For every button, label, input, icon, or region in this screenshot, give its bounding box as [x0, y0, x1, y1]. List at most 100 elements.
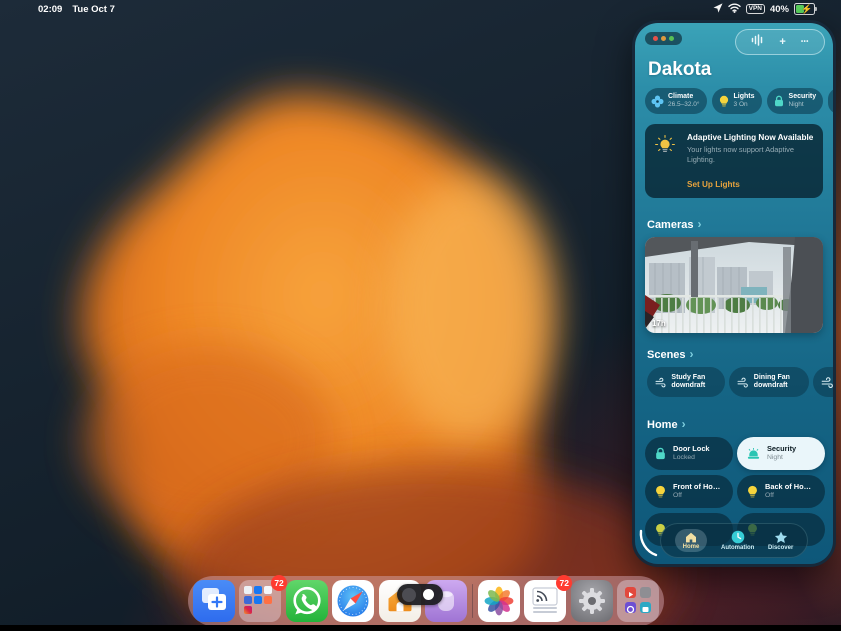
wind-icon — [821, 377, 833, 388]
tab-discover[interactable]: Discover — [768, 531, 793, 551]
status-date: Tue Oct 7 — [72, 4, 115, 15]
notification-badge: 72 — [271, 575, 287, 591]
app-photos[interactable] — [478, 580, 520, 622]
scenes-row: Study Fan downdraft Dining Fan downdraft — [635, 367, 833, 398]
pill-label: Lights — [734, 93, 755, 101]
climate-status-pill[interactable]: Climate 26.5–32.0° — [645, 88, 707, 114]
folder-mini-icons — [617, 580, 659, 622]
tab-label: Home — [683, 544, 700, 550]
siren-icon — [746, 448, 761, 460]
tab-home[interactable]: Home — [675, 529, 708, 552]
scenes-section-header[interactable]: Scenes › — [647, 349, 694, 361]
tab-label: Automation — [721, 545, 754, 551]
charging-bolt-icon: ⚡ — [801, 4, 812, 15]
tab-automation[interactable]: Automation — [721, 530, 754, 551]
folder-utilities[interactable] — [617, 580, 659, 622]
status-bar: 02:09 Tue Oct 7 VPN 40% ⚡ — [0, 0, 841, 18]
close-window-icon[interactable] — [653, 36, 658, 41]
bottom-bezel — [0, 625, 841, 631]
app-safari[interactable] — [332, 580, 374, 622]
tile-name: Front of Ho… — [673, 483, 720, 492]
dock-divider — [472, 584, 474, 618]
folder-social-apps[interactable]: 72 — [239, 580, 281, 622]
security-status-pill[interactable]: Security Night — [767, 88, 824, 114]
wind-icon — [737, 377, 749, 388]
app-whatsapp[interactable] — [286, 580, 328, 622]
tile-name: Security — [767, 445, 796, 454]
wind-icon — [655, 377, 666, 388]
bulb-with-rays-icon — [654, 135, 676, 160]
home-name-title: Dakota — [648, 59, 711, 81]
lightbulb-icon — [746, 485, 759, 498]
battery-icon: ⚡ — [794, 3, 815, 15]
chevron-right-icon: › — [682, 420, 686, 430]
add-accessory-icon[interactable]: + — [779, 37, 785, 48]
home-toolbar: + ••• — [735, 29, 825, 55]
vpn-badge: VPN — [746, 4, 765, 14]
banner-body: Your lights now support Adaptive Lightin… — [687, 145, 807, 164]
tile-name: Door Lock — [673, 445, 710, 454]
photos-flower-icon — [478, 580, 520, 622]
lock-icon — [654, 447, 667, 460]
scene-dining-fan[interactable]: Dining Fan downdraft — [729, 367, 809, 397]
status-time: 02:09 — [38, 4, 62, 15]
clock-icon — [731, 530, 745, 544]
cameras-section-header[interactable]: Cameras › — [647, 219, 701, 231]
safari-compass-icon — [332, 580, 374, 622]
lights-status-pill[interactable]: Lights 3 On — [712, 88, 762, 114]
pill-value: 26.5–32.0° — [668, 101, 700, 108]
house-icon — [685, 532, 697, 543]
home-app-screen: + ••• Dakota Climate 26.5–32.0° Lights — [635, 23, 833, 564]
battery-percent: 40% — [770, 4, 789, 15]
wifi-icon — [728, 3, 741, 16]
intercom-waveform-icon[interactable] — [751, 33, 764, 51]
accessory-tile-back-lights[interactable]: Back of Ho… Off — [737, 475, 825, 508]
more-options-icon[interactable]: ••• — [801, 39, 809, 45]
camera-snapshot[interactable]: 17h — [645, 237, 823, 333]
gear-icon — [571, 580, 613, 622]
banner-title: Adaptive Lighting Now Available — [687, 133, 815, 143]
status-right: VPN 40% ⚡ — [713, 3, 815, 16]
home-label: Home — [647, 419, 678, 431]
chevron-right-icon: › — [690, 350, 694, 360]
accessory-tile-security[interactable]: Security Night — [737, 437, 825, 470]
pointer-dot-white — [423, 589, 434, 600]
accessory-tile-front-lights[interactable]: Front of Ho… Off — [645, 475, 733, 508]
app-reader[interactable]: 72 — [524, 580, 566, 622]
pointer-dot-dark — [402, 588, 416, 602]
iphone-mirror-window: + ••• Dakota Climate 26.5–32.0° Lights — [632, 20, 836, 567]
accessory-tile-door-lock[interactable]: Door Lock Locked — [645, 437, 733, 470]
minimize-window-icon[interactable] — [661, 36, 666, 41]
status-left: 02:09 Tue Oct 7 — [38, 4, 115, 15]
tile-state: Locked — [673, 454, 710, 462]
scene-study-fan[interactable]: Study Fan downdraft — [647, 367, 725, 397]
lock-icon — [773, 95, 785, 107]
star-icon — [774, 531, 788, 544]
climate-fan-icon — [651, 95, 664, 108]
app-settings[interactable] — [571, 580, 613, 622]
lightbulb-icon — [718, 95, 730, 107]
tile-name: Back of Ho… — [765, 483, 811, 492]
whatsapp-icon — [286, 580, 328, 622]
location-icon — [713, 3, 723, 16]
loading-arc — [637, 529, 661, 562]
scene-name: Study Fan downdraft — [671, 374, 717, 391]
tile-state: Off — [765, 492, 811, 500]
adaptive-lighting-banner[interactable]: Adaptive Lighting Now Available Your lig… — [645, 124, 823, 198]
lightbulb-icon — [654, 485, 667, 498]
app-freeform[interactable] — [193, 580, 235, 622]
cameras-label: Cameras — [647, 219, 693, 231]
camera-age-badge: 17h — [652, 319, 666, 328]
home-tab-bar: Home Automation Discover — [660, 523, 808, 558]
overflow-status-pill[interactable] — [828, 88, 833, 114]
set-up-lights-button[interactable]: Set Up Lights — [687, 180, 740, 189]
window-controls[interactable] — [645, 32, 682, 45]
tile-state: Off — [673, 492, 720, 500]
zoom-window-icon[interactable] — [669, 36, 674, 41]
pill-value: 3 On — [734, 101, 755, 108]
home-section-header[interactable]: Home › — [647, 419, 686, 431]
notification-badge: 72 — [556, 575, 572, 591]
ipad-screen: 02:09 Tue Oct 7 VPN 40% ⚡ — [0, 0, 841, 631]
scene-overflow[interactable] — [813, 367, 833, 397]
chevron-right-icon: › — [697, 220, 701, 230]
